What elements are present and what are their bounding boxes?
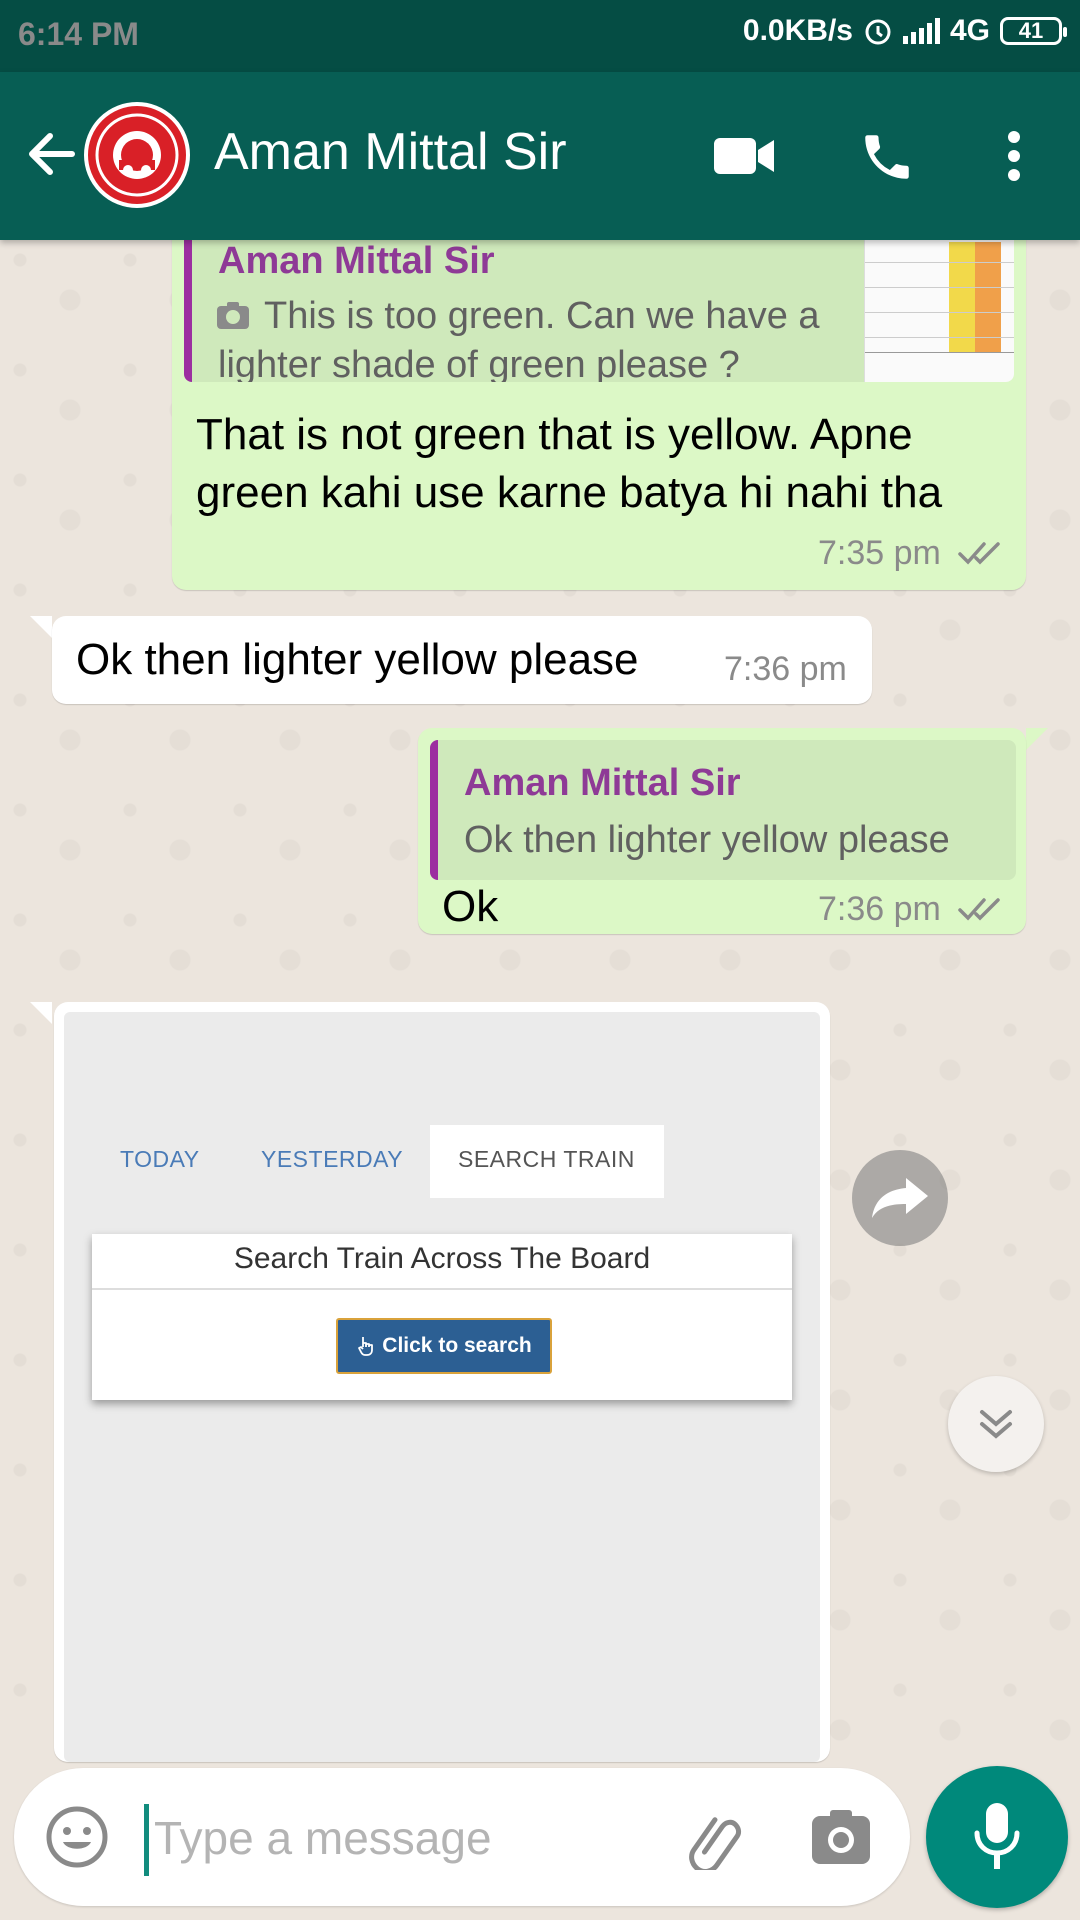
back-arrow-icon[interactable] (22, 126, 78, 182)
forward-icon (872, 1178, 928, 1218)
quoted-message[interactable]: Aman Mittal Sir This is too green. Can w… (184, 240, 1014, 382)
tab-search-train: SEARCH TRAIN (458, 1146, 635, 1172)
network-speed: 0.0KB/s (742, 14, 853, 47)
chat-header: Aman Mittal Sir (0, 72, 1080, 240)
tab-yesterday: YESTERDAY (261, 1146, 404, 1172)
image-screenshot[interactable]: TODAY YESTERDAY SEARCH TRAIN Search Trai… (64, 1012, 820, 1762)
status-time: 6:14 PM (18, 16, 139, 52)
contact-name[interactable]: Aman Mittal Sir (214, 122, 567, 182)
message-input[interactable] (154, 1798, 674, 1878)
microphone-icon (974, 1803, 1020, 1869)
railway-logo-icon (95, 113, 179, 197)
emoji-icon[interactable] (44, 1804, 110, 1870)
forward-button[interactable] (852, 1150, 948, 1246)
more-options-icon[interactable] (1000, 130, 1028, 182)
card-title: Search Train Across The Board (233, 1242, 651, 1275)
network-type: 4G (949, 14, 990, 47)
video-call-icon[interactable] (712, 134, 776, 178)
quote-thumbnail (864, 240, 1014, 382)
quote-text: This is too green. Can we have a lighter… (218, 295, 820, 382)
message-outgoing[interactable]: Aman Mittal Sir Ok then lighter yellow p… (418, 728, 1026, 934)
message-text: Ok then lighter yellow please (76, 635, 639, 684)
attachment-clip-icon[interactable] (682, 1804, 748, 1870)
quote-bar (430, 740, 438, 880)
click-to-search-button: Click to search (336, 1318, 552, 1374)
message-time: 7:36 pm (818, 890, 941, 928)
message-time: 7:36 pm (724, 650, 847, 688)
bubble-tail (1026, 728, 1048, 750)
bubble-tail (30, 616, 52, 638)
quote-author: Aman Mittal Sir (464, 762, 741, 804)
card-divider (92, 1288, 792, 1290)
message-incoming[interactable]: Ok then lighter yellow please 7:36 pm (52, 616, 872, 704)
voice-call-icon[interactable] (858, 128, 916, 186)
hand-pointer-icon (358, 1337, 374, 1356)
message-time: 7:35 pm (818, 534, 941, 572)
battery-icon: 41 (1000, 17, 1067, 45)
click-to-search-label: Click to search (382, 1334, 532, 1357)
image-message[interactable]: TODAY YESTERDAY SEARCH TRAIN Search Trai… (54, 1002, 830, 1762)
message-text: Ok (442, 882, 499, 931)
signal-icon (902, 18, 940, 44)
message-input-bar (14, 1768, 910, 1906)
read-receipt-icon (958, 542, 1000, 565)
scroll-to-bottom-button[interactable] (948, 1376, 1044, 1472)
quoted-message[interactable]: Aman Mittal Sir Ok then lighter yellow p… (430, 740, 1016, 880)
double-chevron-down-icon (980, 1410, 1012, 1439)
voice-record-button[interactable] (926, 1766, 1068, 1908)
read-receipt-icon (958, 898, 1000, 921)
status-indicators: 0.0KB/s 4G 41 (742, 14, 1067, 48)
message-outgoing[interactable]: Aman Mittal Sir This is too green. Can w… (172, 240, 1026, 590)
bubble-tail (30, 1002, 52, 1024)
status-bar: 6:14 PM 0.0KB/s 4G 41 (0, 0, 1080, 72)
chat-area[interactable]: Aman Mittal Sir This is too green. Can w… (0, 240, 1080, 1768)
quote-author: Aman Mittal Sir (218, 240, 495, 282)
search-card: Search Train Across The Board Click to s… (92, 1234, 792, 1400)
quote-text: Ok then lighter yellow please (464, 819, 950, 861)
alarm-icon (865, 19, 891, 45)
tab-today: TODAY (120, 1146, 200, 1172)
text-cursor (144, 1804, 149, 1876)
contact-avatar[interactable] (84, 102, 190, 208)
quote-bar (184, 240, 192, 382)
message-text: That is not green that is yellow. Apne g… (196, 410, 943, 517)
battery-level: 41 (1018, 18, 1044, 43)
camera-icon[interactable] (808, 1804, 874, 1870)
